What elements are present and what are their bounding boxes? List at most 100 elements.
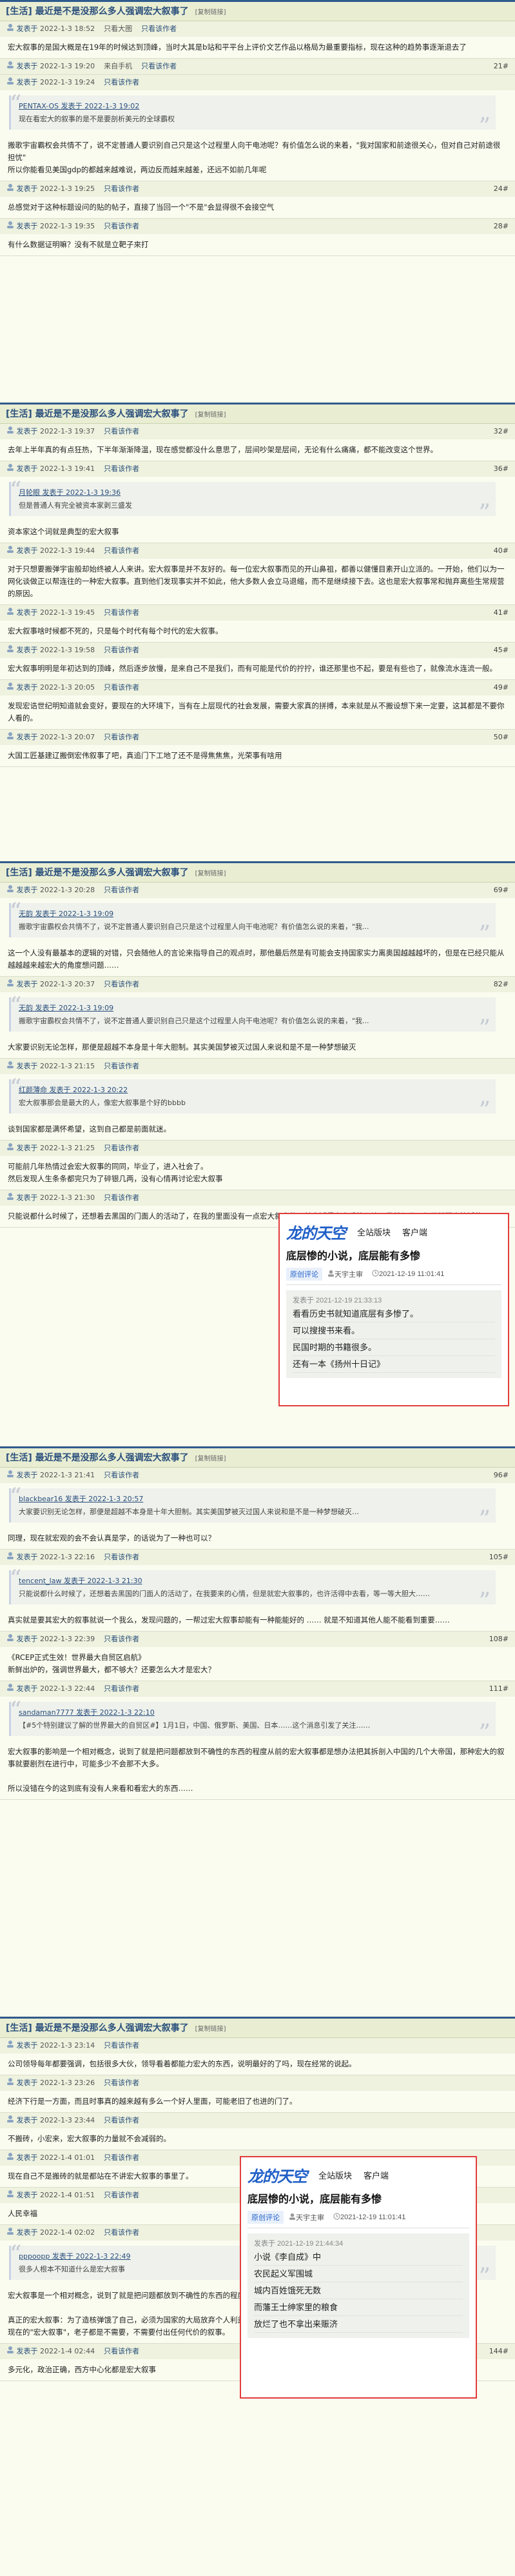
- user-avatar-icon[interactable]: [6, 1681, 14, 1697]
- nav-client[interactable]: 客户端: [402, 1226, 427, 1238]
- user-avatar-icon[interactable]: [6, 730, 14, 745]
- user-avatar-icon[interactable]: [6, 181, 14, 197]
- floor-number[interactable]: 41#: [494, 605, 509, 621]
- copy-link-button[interactable]: [复制链接]: [195, 412, 226, 419]
- author-only-link[interactable]: 只看该作者: [104, 2079, 139, 2087]
- ad-card[interactable]: 龙的天空 全站版块 客户端 底层惨的小说，底层能有多惨 原创评论 天宇主审 2021-12-…: [240, 2156, 477, 2399]
- floor-number[interactable]: 111#: [489, 1681, 509, 1697]
- floor-number[interactable]: 45#: [494, 643, 509, 658]
- thread-title-text[interactable]: [生活] 最近是不是没那么多人强调宏大叙事了: [6, 2023, 189, 2033]
- site-logo[interactable]: 龙的天空: [248, 2164, 307, 2186]
- author-only-link[interactable]: 只看该作者: [104, 2153, 139, 2162]
- floor-number[interactable]: 49#: [494, 680, 509, 695]
- author-only-link[interactable]: 只看该作者: [104, 683, 139, 692]
- ad-title[interactable]: 底层惨的小说，底层能有多惨: [248, 2190, 469, 2206]
- user-avatar-icon[interactable]: [6, 1632, 14, 1647]
- user-avatar-icon[interactable]: [6, 1550, 14, 1565]
- author-only-link[interactable]: 只看该作者: [104, 980, 139, 988]
- author-only-link[interactable]: 只看该作者: [104, 886, 139, 894]
- user-avatar-icon[interactable]: [6, 1468, 14, 1483]
- thread-title[interactable]: [生活] 最近是不是没那么多人强调宏大叙事了 [复制链接]: [0, 1448, 515, 1468]
- user-avatar-icon[interactable]: [6, 2225, 14, 2241]
- author-only-link[interactable]: 只看该作者: [104, 1144, 139, 1152]
- floor-number[interactable]: 36#: [494, 461, 509, 477]
- user-avatar-icon[interactable]: [6, 2188, 14, 2203]
- author-only-link[interactable]: 只看该作者: [104, 427, 139, 435]
- author-only-link[interactable]: 只看该作者: [104, 733, 139, 741]
- floor-number[interactable]: 32#: [494, 424, 509, 439]
- quote-source-link[interactable]: blackbear16 发表于 2022-1-3 20:57: [19, 1493, 470, 1504]
- thread-title[interactable]: [生活] 最近是不是没那么多人强调宏大叙事了 [复制链接]: [0, 404, 515, 424]
- author-only-link[interactable]: 只看该作者: [104, 1193, 139, 1202]
- user-avatar-icon[interactable]: [6, 2344, 14, 2359]
- nav-all-boards[interactable]: 全站版块: [357, 1226, 391, 1238]
- copy-link-button[interactable]: [复制链接]: [195, 1455, 226, 1463]
- floor-number[interactable]: 69#: [494, 883, 509, 898]
- author-only-link[interactable]: 只看该作者: [104, 185, 139, 193]
- ad-title[interactable]: 底层惨的小说，底层能有多惨: [286, 1247, 501, 1263]
- user-avatar-icon[interactable]: [6, 2075, 14, 2091]
- user-avatar-icon[interactable]: [6, 883, 14, 898]
- thread-title[interactable]: [生活] 最近是不是没那么多人强调宏大叙事了 [复制链接]: [0, 863, 515, 883]
- floor-number[interactable]: 96#: [494, 1468, 509, 1483]
- user-avatar-icon[interactable]: [6, 643, 14, 658]
- copy-link-button[interactable]: [复制链接]: [195, 870, 226, 877]
- author-only-link[interactable]: 只看该作者: [104, 2347, 139, 2355]
- thread-title-text[interactable]: [生活] 最近是不是没那么多人强调宏大叙事了: [6, 1453, 189, 1463]
- user-avatar-icon[interactable]: [6, 605, 14, 621]
- author-only-link[interactable]: 只看该作者: [104, 2228, 139, 2237]
- floor-number[interactable]: 21#: [494, 59, 509, 74]
- copy-link-button[interactable]: [复制链接]: [195, 9, 226, 16]
- user-avatar-icon[interactable]: [6, 59, 14, 74]
- author-only-link[interactable]: 只看该作者: [104, 2191, 139, 2199]
- author-only-link[interactable]: 只看该作者: [104, 1635, 139, 1643]
- category-badge[interactable]: 原创评论: [286, 1268, 322, 1281]
- thread-title-text[interactable]: [生活] 最近是不是没那么多人强调宏大叙事了: [6, 868, 189, 878]
- user-avatar-icon[interactable]: [6, 680, 14, 695]
- quote-source-link[interactable]: 无韵 发表于 2022-1-3 19:09: [19, 908, 470, 919]
- nav-client[interactable]: 客户端: [364, 2169, 389, 2181]
- user-avatar-icon[interactable]: [6, 2113, 14, 2128]
- author-only-link[interactable]: 只看该作者: [104, 546, 139, 555]
- user-avatar-icon[interactable]: [6, 1190, 14, 1206]
- floor-number[interactable]: 24#: [494, 181, 509, 197]
- floor-number[interactable]: 40#: [494, 543, 509, 559]
- user-avatar-icon[interactable]: [6, 424, 14, 439]
- author-only-link[interactable]: 只看该作者: [141, 62, 177, 70]
- author-only-link[interactable]: 只看该作者: [104, 1062, 139, 1070]
- user-avatar-icon[interactable]: [6, 543, 14, 559]
- author-only-link[interactable]: 只看该作者: [104, 222, 139, 230]
- copy-link-button[interactable]: [复制链接]: [195, 2026, 226, 2033]
- floor-number[interactable]: 144#: [489, 2344, 509, 2359]
- author-only-link[interactable]: 只看该作者: [104, 1553, 139, 1561]
- floor-number[interactable]: 82#: [494, 977, 509, 992]
- user-avatar-icon[interactable]: [6, 461, 14, 477]
- quote-source-link[interactable]: 月轮眼 发表于 2022-1-3 19:36: [19, 487, 470, 498]
- floor-number[interactable]: 108#: [489, 1632, 509, 1647]
- user-avatar-icon[interactable]: [6, 1059, 14, 1074]
- author-only-link[interactable]: 只看该作者: [104, 2041, 139, 2050]
- user-avatar-icon[interactable]: [6, 75, 14, 90]
- quote-source-link[interactable]: PENTAX-OS 发表于 2022-1-3 19:02: [19, 101, 470, 112]
- floor-number[interactable]: 50#: [494, 730, 509, 745]
- thread-title-text[interactable]: [生活] 最近是不是没那么多人强调宏大叙事了: [6, 409, 189, 419]
- author-only-link[interactable]: 只看该作者: [104, 464, 139, 473]
- user-avatar-icon[interactable]: [6, 219, 14, 234]
- author-only-link[interactable]: 只看该作者: [104, 1471, 139, 1479]
- author-only-link[interactable]: 只看该作者: [141, 25, 177, 33]
- user-avatar-icon[interactable]: [6, 2150, 14, 2166]
- site-logo[interactable]: 龙的天空: [286, 1221, 346, 1243]
- author-only-link[interactable]: 只看该作者: [104, 608, 139, 617]
- user-avatar-icon[interactable]: [6, 2038, 14, 2053]
- category-badge[interactable]: 原创评论: [248, 2211, 284, 2224]
- user-avatar-icon[interactable]: [6, 1141, 14, 1156]
- thread-title-text[interactable]: [生活] 最近是不是没那么多人强调宏大叙事了: [6, 6, 189, 17]
- author-only-link[interactable]: 只看该作者: [104, 78, 139, 86]
- floor-number[interactable]: 28#: [494, 219, 509, 234]
- user-avatar-icon[interactable]: [6, 21, 14, 37]
- ad-card[interactable]: 龙的天空 全站版块 客户端 底层惨的小说，底层能有多惨 原创评论 天宇主审 2021-12-…: [278, 1213, 509, 1406]
- author-only-link[interactable]: 只看该作者: [104, 646, 139, 654]
- user-avatar-icon[interactable]: [6, 977, 14, 992]
- thread-title[interactable]: [生活] 最近是不是没那么多人强调宏大叙事了 [复制链接]: [0, 2019, 515, 2038]
- floor-number[interactable]: 105#: [489, 1550, 509, 1565]
